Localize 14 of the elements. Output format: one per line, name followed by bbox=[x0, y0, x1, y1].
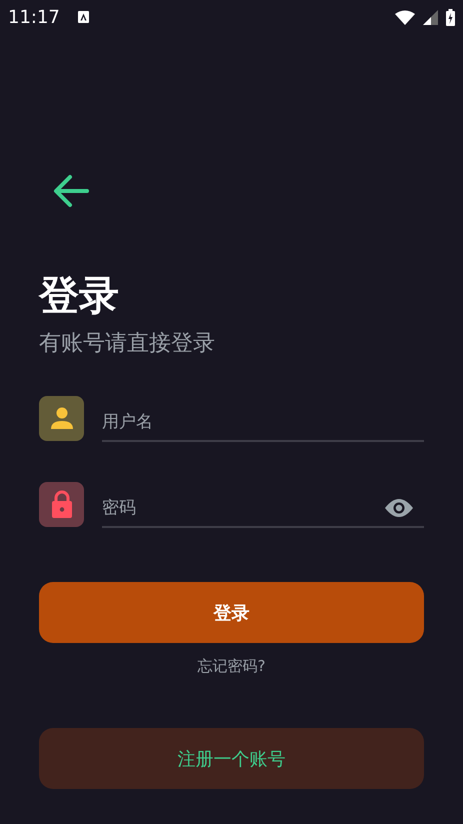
battery-icon bbox=[446, 8, 455, 26]
signal-icon bbox=[423, 10, 438, 24]
status-time: 11:17 bbox=[8, 6, 60, 28]
register-button[interactable]: 注册一个账号 bbox=[39, 728, 424, 789]
notification-icon bbox=[78, 11, 89, 23]
page-subtitle: 有账号请直接登录 bbox=[39, 330, 216, 358]
person-icon bbox=[39, 396, 84, 440]
wifi-icon bbox=[395, 10, 415, 24]
username-field[interactable]: 用户名 bbox=[102, 404, 424, 442]
show-password-icon[interactable] bbox=[384, 498, 414, 518]
forgot-password-link[interactable]: 忘记密码? bbox=[198, 657, 266, 676]
lock-icon bbox=[39, 482, 84, 526]
login-button[interactable]: 登录 bbox=[39, 582, 424, 643]
page-title: 登录 bbox=[39, 272, 120, 321]
